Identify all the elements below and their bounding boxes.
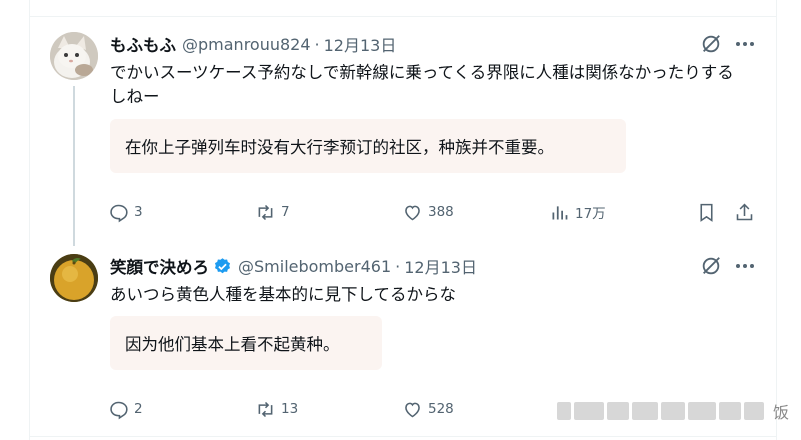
like-button[interactable]: 528 — [402, 397, 454, 421]
watermark-block — [719, 402, 741, 420]
verified-badge-icon — [213, 257, 232, 276]
views-count: 17万 — [575, 206, 606, 222]
separator: · — [395, 256, 401, 276]
top-divider — [29, 16, 777, 17]
retweet-icon — [258, 401, 273, 417]
bookmark-button[interactable] — [696, 200, 717, 224]
share-icon — [736, 203, 753, 220]
more-icon[interactable] — [735, 255, 755, 277]
retweet-button[interactable]: 7 — [255, 200, 290, 224]
reply-count: 2 — [134, 401, 143, 417]
timeline-right-border — [776, 0, 777, 440]
tweet-actions: 3 7 388 17万 — [108, 200, 758, 224]
retweet-icon — [258, 204, 273, 220]
avatar[interactable] — [50, 32, 98, 80]
tweet-text: あいつら黄色人種を基本的に見下してるからな — [110, 285, 457, 304]
translation-box: 因为他们基本上看不起黄种。 — [110, 316, 382, 370]
retweet-button[interactable]: 13 — [255, 397, 298, 421]
bookmark-icon — [700, 203, 713, 222]
like-count: 388 — [428, 204, 454, 220]
translation-box: 在你上子弹列车时没有大行李预订的社区，种族并不重要。 — [110, 119, 626, 173]
display-name[interactable]: もふもふ — [110, 32, 176, 56]
tweet-header: 笑顔で決めろ @Smilebomber461 · 12月13日 — [110, 254, 477, 278]
like-icon — [405, 205, 420, 220]
watermark-block — [661, 402, 685, 420]
thread-connector-line — [73, 86, 75, 246]
grok-icon[interactable] — [700, 255, 722, 277]
watermark-text: 饭 — [773, 403, 790, 422]
retweet-count: 13 — [281, 401, 299, 417]
tweet-text: でかいスーツケース予約なしで新幹線に乗ってくる界限に人種は関係なかったりするしね… — [110, 63, 734, 106]
watermark-block — [744, 402, 764, 420]
share-button[interactable] — [734, 200, 755, 224]
watermark: 饭 — [557, 398, 797, 424]
grok-icon[interactable] — [700, 33, 722, 55]
display-name[interactable]: 笑顔で決めろ — [110, 254, 209, 278]
reply-icon — [110, 204, 128, 222]
watermark-block — [574, 402, 604, 420]
avatar[interactable] — [50, 254, 98, 302]
like-button[interactable]: 388 — [402, 200, 454, 224]
user-handle[interactable]: @Smilebomber461 — [238, 257, 391, 276]
like-icon — [405, 402, 420, 417]
watermark-block — [632, 402, 658, 420]
views-icon — [552, 205, 568, 219]
tweet-date[interactable]: 12月13日 — [324, 32, 397, 56]
reply-button[interactable]: 2 — [108, 397, 143, 421]
separator: · — [314, 34, 320, 54]
watermark-block — [688, 402, 716, 420]
bottom-divider — [29, 436, 777, 437]
like-count: 528 — [428, 401, 454, 417]
timeline-left-border — [29, 0, 30, 440]
retweet-count: 7 — [281, 204, 290, 220]
watermark-block — [557, 402, 571, 420]
reply-button[interactable]: 3 — [108, 200, 143, 224]
tweet-date[interactable]: 12月13日 — [404, 254, 477, 278]
reply-count: 3 — [134, 204, 143, 220]
tweet-header: もふもふ @pmanrouu824 · 12月13日 — [110, 32, 397, 56]
views-button[interactable]: 17万 — [549, 200, 606, 224]
more-icon[interactable] — [735, 33, 755, 55]
reply-icon — [110, 401, 128, 419]
watermark-block — [607, 402, 629, 420]
user-handle[interactable]: @pmanrouu824 — [182, 35, 311, 54]
